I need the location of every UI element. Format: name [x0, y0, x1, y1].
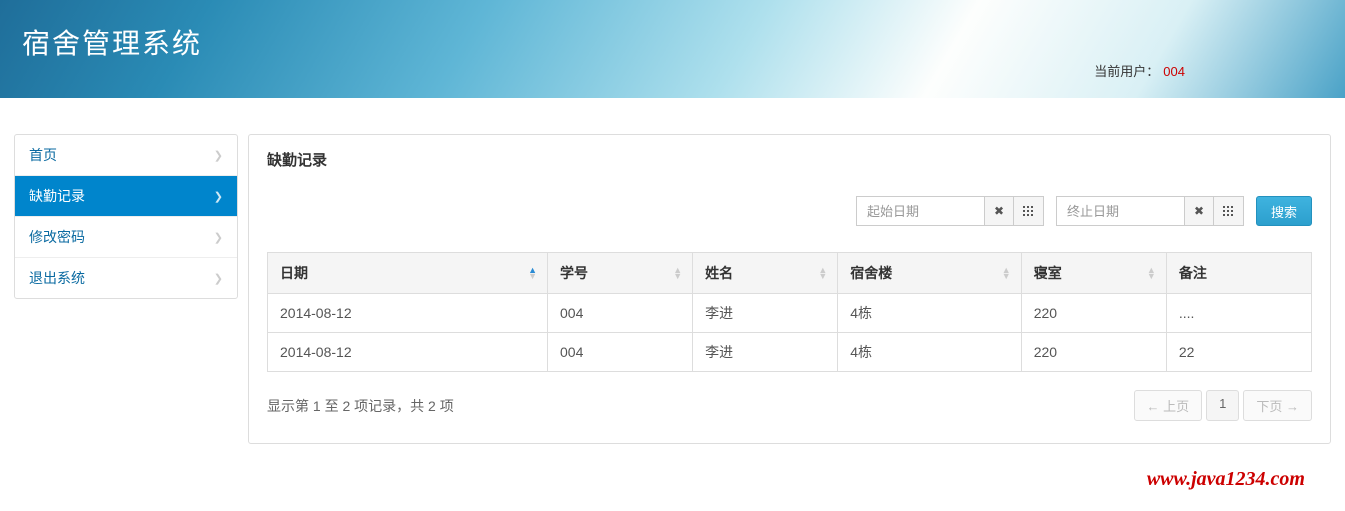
cell-name: 李进: [693, 333, 838, 372]
content-panel: 缺勤记录 ✖ ✖ 搜索 日期: [248, 134, 1331, 444]
col-name[interactable]: 姓名 ▲▼: [693, 253, 838, 294]
cell-name: 李进: [693, 294, 838, 333]
close-icon: ✖: [994, 204, 1004, 218]
col-remark[interactable]: 备注: [1166, 253, 1311, 294]
cell-date: 2014-08-12: [268, 333, 548, 372]
app-title: 宿舍管理系统: [22, 22, 1345, 62]
sidebar-item-logout[interactable]: 退出系统 ❯: [15, 258, 237, 298]
sidebar-item-absence[interactable]: 缺勤记录 ❯: [15, 176, 237, 217]
sort-icon: ▲▼: [673, 267, 682, 279]
sidebar-item-password[interactable]: 修改密码 ❯: [15, 217, 237, 258]
table-footer: 显示第 1 至 2 项记录，共 2 项 ← 上页 1 下页 →: [267, 372, 1312, 421]
cell-remark: ....: [1166, 294, 1311, 333]
calendar-end-button[interactable]: [1214, 196, 1244, 226]
sort-icon: ▲▼: [1147, 267, 1156, 279]
cell-room: 220: [1021, 294, 1166, 333]
current-user: 当前用户： 004: [1094, 61, 1185, 80]
cell-building: 4栋: [838, 294, 1021, 333]
records-table: 日期 ▲▼ 学号 ▲▼ 姓名 ▲▼ 宿舍楼 ▲▼: [267, 252, 1312, 372]
clear-start-date-button[interactable]: ✖: [984, 196, 1014, 226]
calendar-icon: [1023, 206, 1033, 216]
cell-remark: 22: [1166, 333, 1311, 372]
cell-sno: 004: [548, 333, 693, 372]
sidebar-item-label: 缺勤记录: [29, 186, 85, 206]
search-button[interactable]: 搜索: [1256, 196, 1312, 226]
end-date-input[interactable]: [1056, 196, 1184, 226]
app-header: 宿舍管理系统 当前用户： 004: [0, 0, 1345, 98]
col-sno[interactable]: 学号 ▲▼: [548, 253, 693, 294]
sidebar-item-home[interactable]: 首页 ❯: [15, 135, 237, 176]
sort-icon: ▲▼: [818, 267, 827, 279]
start-date-input[interactable]: [856, 196, 984, 226]
sidebar: 首页 ❯ 缺勤记录 ❯ 修改密码 ❯ 退出系统 ❯: [14, 134, 238, 299]
table-row: 2014-08-12 004 李进 4栋 220 22: [268, 333, 1312, 372]
col-date[interactable]: 日期 ▲▼: [268, 253, 548, 294]
next-page-button[interactable]: 下页 →: [1243, 390, 1312, 421]
sidebar-item-label: 退出系统: [29, 268, 85, 288]
prev-page-button[interactable]: ← 上页: [1134, 390, 1203, 421]
pagination: ← 上页 1 下页 →: [1134, 390, 1312, 421]
sort-icon: ▲▼: [528, 267, 537, 279]
chevron-right-icon: ❯: [214, 149, 223, 162]
sidebar-item-label: 修改密码: [29, 227, 85, 247]
close-icon: ✖: [1194, 204, 1204, 218]
calendar-icon: [1223, 206, 1233, 216]
chevron-right-icon: ❯: [214, 190, 223, 203]
end-date-group: ✖: [1056, 196, 1244, 226]
start-date-group: ✖: [856, 196, 1044, 226]
search-bar: ✖ ✖ 搜索: [267, 196, 1312, 226]
cell-sno: 004: [548, 294, 693, 333]
table-row: 2014-08-12 004 李进 4栋 220 ....: [268, 294, 1312, 333]
clear-end-date-button[interactable]: ✖: [1184, 196, 1214, 226]
col-building[interactable]: 宿舍楼 ▲▼: [838, 253, 1021, 294]
table-header-row: 日期 ▲▼ 学号 ▲▼ 姓名 ▲▼ 宿舍楼 ▲▼: [268, 253, 1312, 294]
current-user-id: 004: [1163, 64, 1185, 79]
page-number-button[interactable]: 1: [1206, 390, 1239, 421]
cell-date: 2014-08-12: [268, 294, 548, 333]
chevron-right-icon: ❯: [214, 231, 223, 244]
record-info: 显示第 1 至 2 项记录，共 2 项: [267, 396, 454, 416]
col-room[interactable]: 寝室 ▲▼: [1021, 253, 1166, 294]
cell-building: 4栋: [838, 333, 1021, 372]
sort-icon: ▲▼: [1002, 267, 1011, 279]
panel-title: 缺勤记录: [267, 149, 1312, 170]
sidebar-item-label: 首页: [29, 145, 57, 165]
calendar-start-button[interactable]: [1014, 196, 1044, 226]
chevron-right-icon: ❯: [214, 272, 223, 285]
cell-room: 220: [1021, 333, 1166, 372]
current-user-label: 当前用户：: [1094, 64, 1159, 79]
watermark: www.java1234.com: [1147, 468, 1305, 491]
